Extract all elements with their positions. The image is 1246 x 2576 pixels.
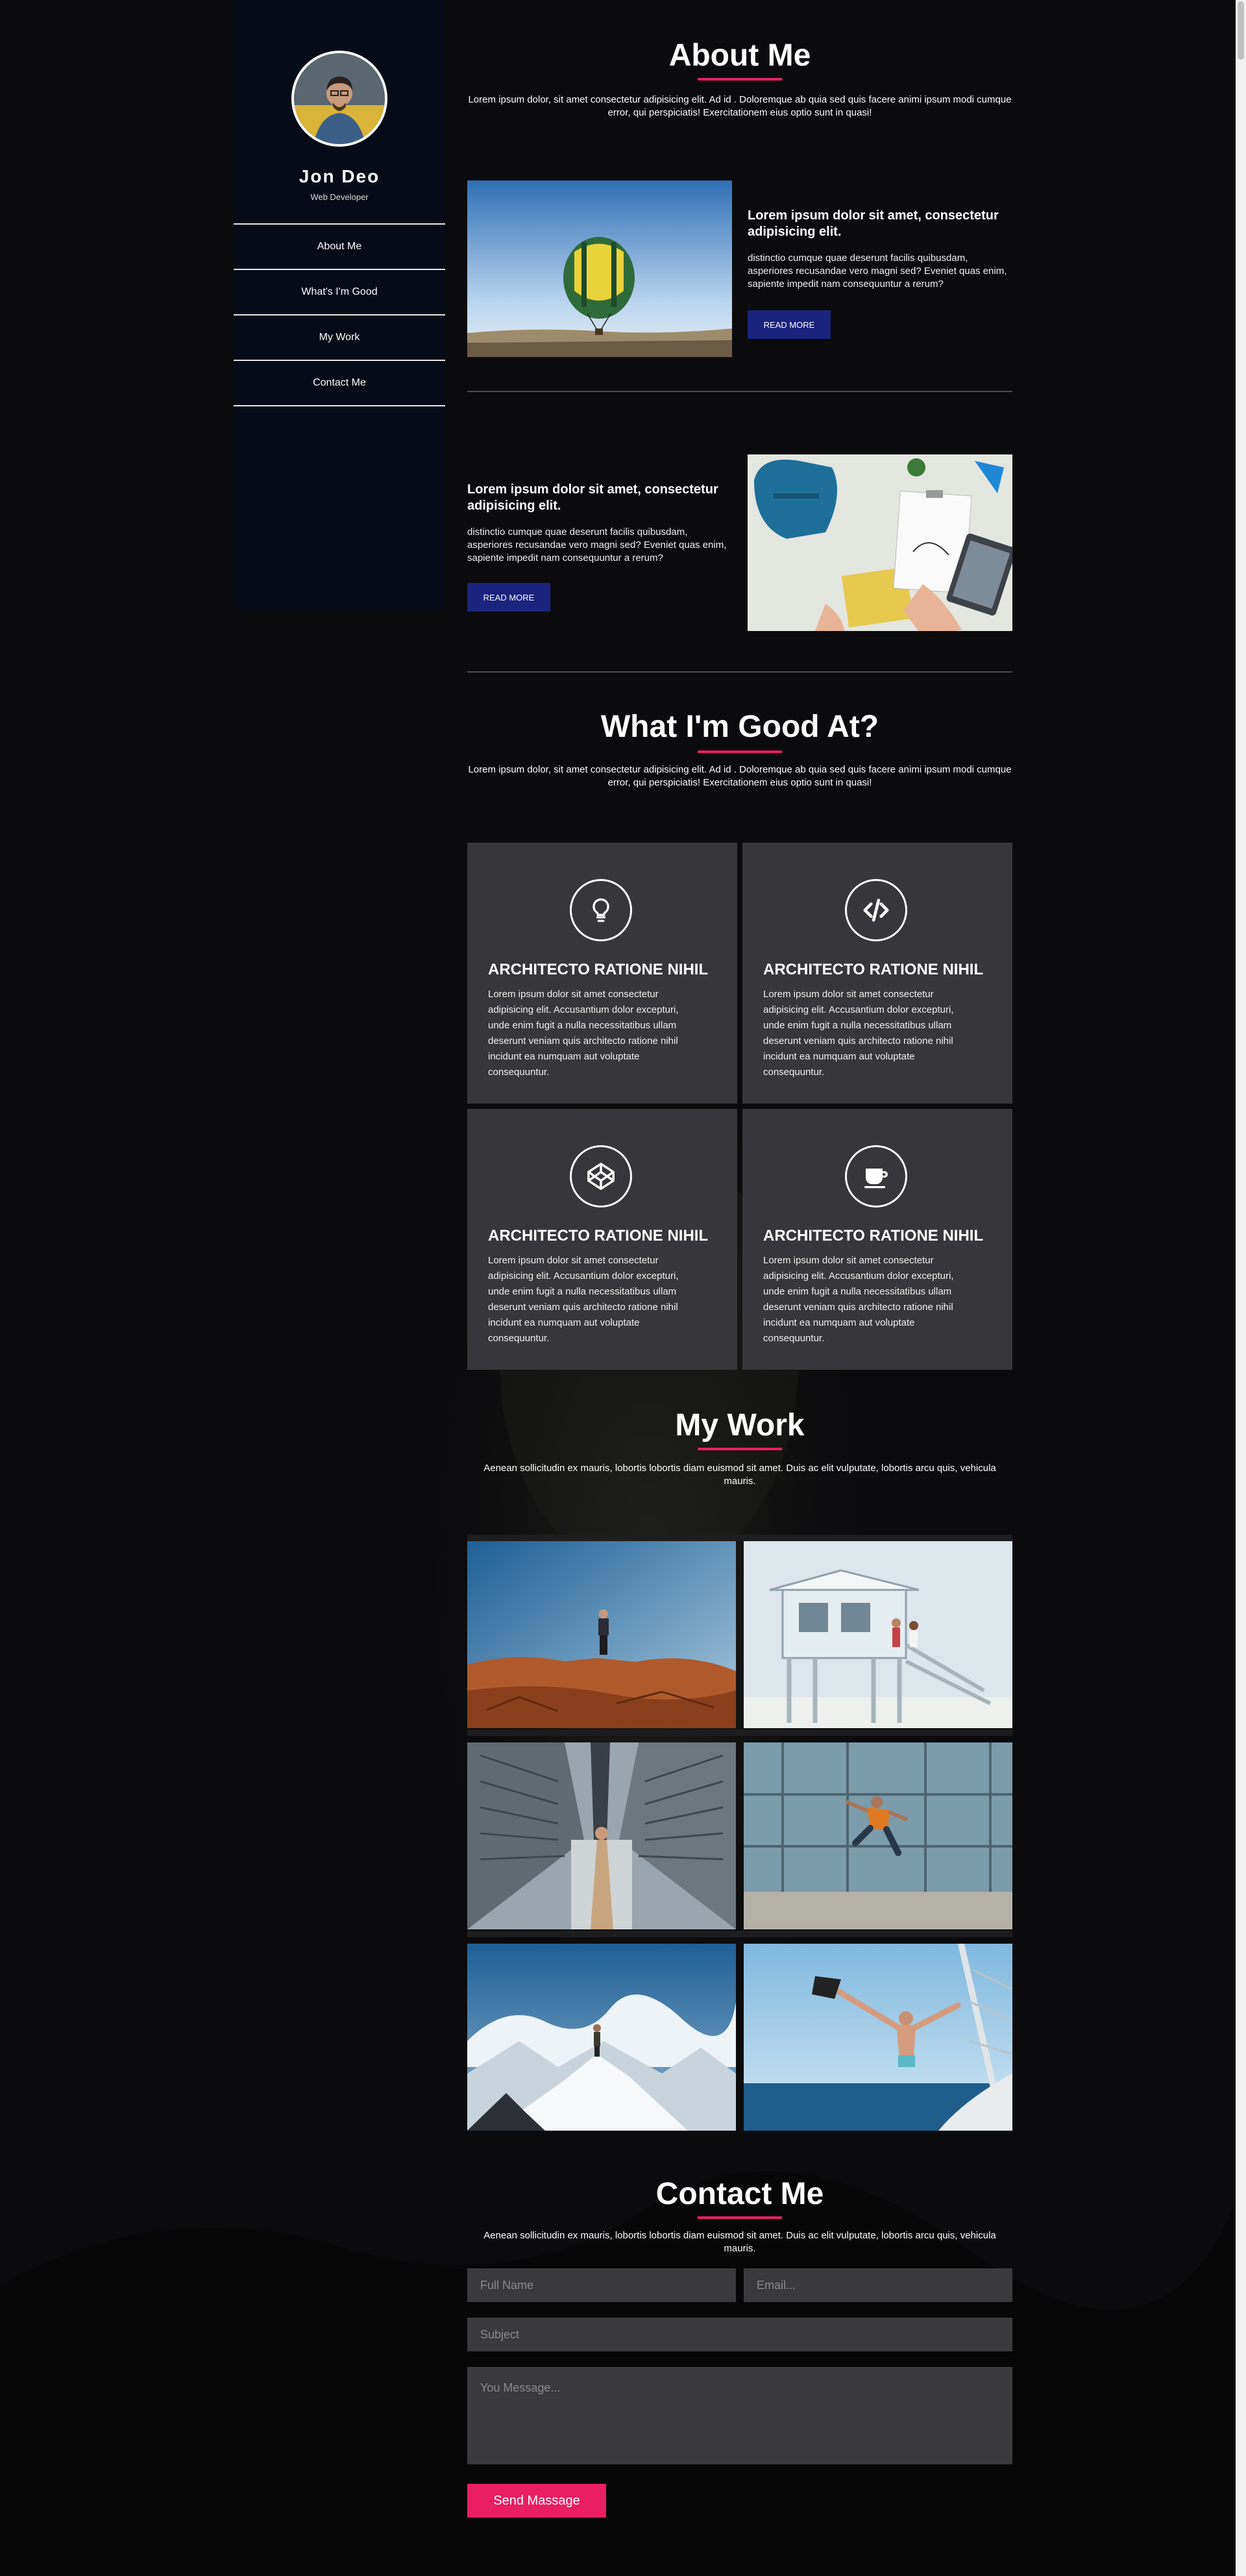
skill-card-title: ARCHITECTO RATIONE NIHIL xyxy=(763,1227,984,1245)
profile-role: Web Developer xyxy=(310,192,369,202)
skill-card: ARCHITECTO RATIONE NIHIL Lorem ipsum dol… xyxy=(467,1109,737,1370)
skill-card-text: Lorem ipsum dolor sit amet consectetur a… xyxy=(488,989,679,1078)
work-image-lifeguard[interactable] xyxy=(744,1541,1012,1728)
work-image-jump[interactable] xyxy=(744,1742,1012,1929)
contact-title-underline xyxy=(698,2216,782,2219)
work-title: My Work xyxy=(675,1408,805,1443)
contact-intro: Aenean sollicitudin ex mauris, lobortis … xyxy=(483,2230,996,2254)
divider xyxy=(467,1535,1012,1541)
scrollbar-thumb[interactable] xyxy=(1238,1,1244,60)
read-more-button-1[interactable]: READ MORE xyxy=(748,310,831,339)
nav-item-about[interactable]: About Me xyxy=(234,225,445,270)
scrollbar[interactable] xyxy=(1236,0,1246,2576)
about-item-1-heading: Lorem ipsum dolor sit amet, consectetur … xyxy=(748,208,999,239)
about-title: About Me xyxy=(668,38,811,73)
skill-card-title: ARCHITECTO RATIONE NIHIL xyxy=(488,1227,709,1245)
balloon-image xyxy=(467,180,732,357)
codepen-icon xyxy=(570,1145,632,1208)
send-message-button[interactable]: Send Massage xyxy=(467,2484,606,2518)
skills-title: What I'm Good At? xyxy=(600,710,879,744)
skills-title-underline xyxy=(698,750,782,753)
skills-intro: Lorem ipsum dolor, sit amet consectetur … xyxy=(468,764,1012,788)
work-image-canyon[interactable] xyxy=(467,1541,736,1728)
skill-card-title: ARCHITECTO RATIONE NIHIL xyxy=(488,961,709,978)
message-textarea[interactable]: You Message... xyxy=(467,2367,1012,2464)
skill-card-text: Lorem ipsum dolor sit amet consectetur a… xyxy=(763,989,954,1078)
read-more-button-2[interactable]: READ MORE xyxy=(467,583,550,612)
full-name-input[interactable]: Full Name xyxy=(467,2268,736,2302)
work-image-buildings[interactable] xyxy=(467,1742,736,1929)
sidebar: Jon Deo Web Developer About Me What's I'… xyxy=(234,0,445,609)
about-item-2-heading: Lorem ipsum dolor sit amet, consectetur … xyxy=(467,482,718,513)
sidebar-nav: About Me What's I'm Good My Work Contact… xyxy=(234,223,445,406)
divider xyxy=(467,671,1012,673)
code-icon xyxy=(845,879,907,941)
contact-title: Contact Me xyxy=(655,2177,824,2211)
about-title-underline xyxy=(698,78,782,80)
desk-image xyxy=(748,454,1012,631)
work-title-underline xyxy=(698,1448,782,1450)
work-intro: Aenean sollicitudin ex mauris, lobortis … xyxy=(483,1463,996,1487)
nav-item-work[interactable]: My Work xyxy=(234,316,445,361)
about-item-1-text: distinctio cumque quae deserunt facilis … xyxy=(748,253,1007,290)
email-input[interactable]: Email... xyxy=(744,2268,1012,2302)
about-intro: Lorem ipsum dolor, sit amet consectetur … xyxy=(468,94,1012,118)
avatar xyxy=(291,51,387,147)
skill-card: ARCHITECTO RATIONE NIHIL Lorem ipsum dol… xyxy=(742,1109,1012,1370)
profile-name: Jon Deo xyxy=(299,166,380,186)
skill-card: ARCHITECTO RATIONE NIHIL Lorem ipsum dol… xyxy=(467,843,737,1104)
nav-item-contact[interactable]: Contact Me xyxy=(234,361,445,406)
divider xyxy=(467,1729,1012,1736)
skill-card: ARCHITECTO RATIONE NIHIL Lorem ipsum dol… xyxy=(742,843,1012,1104)
work-image-mountain[interactable] xyxy=(467,1944,736,2131)
divider xyxy=(467,391,1012,392)
about-item-2-text: distinctio cumque quae deserunt facilis … xyxy=(467,526,727,564)
skill-card-title: ARCHITECTO RATIONE NIHIL xyxy=(763,961,984,978)
divider xyxy=(467,1931,1012,1937)
nav-item-skills[interactable]: What's I'm Good xyxy=(234,270,445,316)
skill-card-text: Lorem ipsum dolor sit amet consectetur a… xyxy=(488,1255,679,1344)
lightbulb-icon xyxy=(570,879,632,941)
skill-card-text: Lorem ipsum dolor sit amet consectetur a… xyxy=(763,1255,954,1344)
subject-input[interactable]: Subject xyxy=(467,2318,1012,2351)
coffee-cup-icon xyxy=(845,1145,907,1208)
work-image-sea[interactable] xyxy=(744,1944,1012,2131)
